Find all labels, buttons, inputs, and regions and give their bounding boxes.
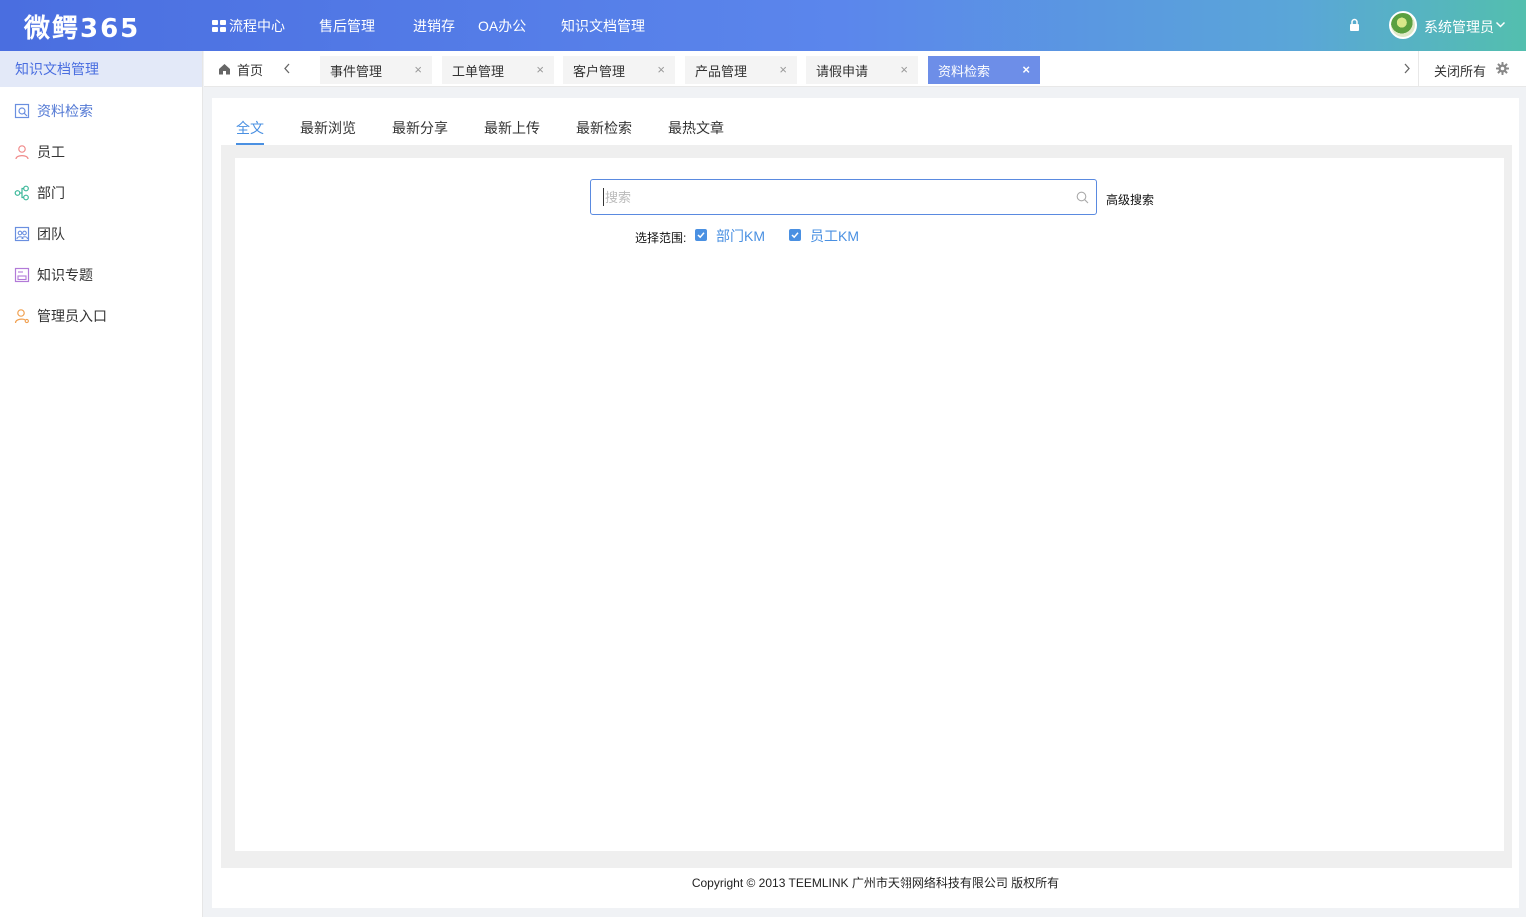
chevron-down-icon[interactable]	[1495, 19, 1506, 30]
chevron-left-icon[interactable]	[283, 63, 291, 74]
tab-leave-request[interactable]: 请假申请 ×	[806, 56, 918, 84]
footer-copyright: Copyright © 2013 TEEMLINK 广州市天翎网络科技有限公司 …	[691, 876, 1060, 890]
tab-label: 事件管理	[330, 63, 383, 79]
tab-event-management[interactable]: 事件管理 ×	[320, 56, 432, 84]
sidebar-item-label: 部门	[37, 184, 65, 201]
sidebar-item-admin-entry[interactable]: 管理员入口	[0, 295, 202, 336]
sidebar-item-departments[interactable]: 部门	[0, 172, 202, 213]
search-icon[interactable]	[1076, 191, 1089, 204]
scope-label: 选择范围:	[635, 231, 687, 245]
team-icon	[14, 226, 30, 241]
avatar[interactable]	[1389, 11, 1417, 39]
close-icon[interactable]: ×	[414, 63, 422, 77]
sub-tabs: 全文 最新浏览 最新分享 最新上传 最新检索 最热文章	[236, 118, 760, 145]
close-icon[interactable]: ×	[657, 63, 665, 77]
chevron-right-icon[interactable]	[1403, 63, 1411, 74]
sidebar-title: 知识文档管理	[0, 51, 202, 87]
sub-tab-recent-shares[interactable]: 最新分享	[392, 118, 448, 145]
top-header: 微鳄365 流程中心 售后管理 进销存 OA办公 知识文档管理 系统管理员	[0, 0, 1526, 51]
close-all-button[interactable]: 关闭所有	[1434, 61, 1486, 80]
tab-ticket-management[interactable]: 工单管理 ×	[442, 56, 554, 84]
sub-tab-recent-views[interactable]: 最新浏览	[300, 118, 356, 145]
tab-label: 首页	[237, 62, 264, 78]
gear-icon[interactable]	[1496, 62, 1509, 75]
sidebar: 知识文档管理 资料检索 员工 部门 团队 知识专题 管理员入口	[0, 51, 203, 917]
tab-product-management[interactable]: 产品管理 ×	[685, 56, 797, 84]
user-icon	[15, 144, 29, 159]
home-icon	[219, 64, 230, 75]
staff-km-checkbox[interactable]	[789, 229, 801, 241]
check-icon	[791, 232, 799, 239]
close-icon[interactable]: ×	[779, 63, 787, 77]
sub-tab-recent-uploads[interactable]: 最新上传	[484, 118, 540, 145]
nav-item-process-center[interactable]: 流程中心	[212, 0, 319, 51]
search-doc-icon	[14, 103, 30, 118]
sub-tab-recent-searches[interactable]: 最新检索	[576, 118, 632, 145]
main-panel: 全文 最新浏览 最新分享 最新上传 最新检索 最热文章 高级搜索 选择范围: 部…	[212, 98, 1519, 908]
nav-item-knowledge-docs[interactable]: 知识文档管理	[561, 0, 645, 51]
topic-icon	[14, 267, 30, 282]
sidebar-item-knowledge-topics[interactable]: 知识专题	[0, 254, 202, 295]
dept-km-label[interactable]: 部门KM	[716, 226, 765, 246]
sidebar-item-label: 管理员入口	[37, 307, 107, 324]
search-box	[590, 179, 1097, 215]
sidebar-item-doc-search[interactable]: 资料检索	[0, 90, 202, 131]
content-frame: 高级搜索 选择范围: 部门KM 员工KM	[221, 145, 1512, 868]
tab-label: 工单管理	[452, 63, 505, 79]
tabs-bar: 首页 事件管理 × 工单管理 × 客户管理 × 产品管理 × 请假申请 × 资料…	[204, 51, 1526, 87]
tab-doc-search[interactable]: 资料检索 ×	[928, 56, 1040, 84]
org-icon	[14, 185, 29, 200]
sidebar-item-teams[interactable]: 团队	[0, 213, 202, 254]
sidebar-item-label: 知识专题	[37, 266, 93, 283]
check-icon	[697, 232, 705, 239]
sidebar-item-employees[interactable]: 员工	[0, 131, 202, 172]
lock-icon[interactable]	[1349, 18, 1360, 31]
close-icon[interactable]: ×	[1022, 63, 1030, 77]
nav-label: 流程中心	[229, 17, 285, 34]
sidebar-item-label: 员工	[37, 143, 65, 160]
nav-item-oa[interactable]: OA办公	[478, 0, 561, 51]
dept-km-checkbox[interactable]	[695, 229, 707, 241]
close-icon[interactable]: ×	[536, 63, 544, 77]
search-input[interactable]	[603, 188, 1063, 206]
nav-item-after-sales[interactable]: 售后管理	[319, 0, 413, 51]
staff-km-label[interactable]: 员工KM	[810, 226, 859, 246]
sub-tab-hot-articles[interactable]: 最热文章	[668, 118, 724, 145]
tab-label: 产品管理	[695, 63, 748, 79]
tab-label: 请假申请	[816, 63, 869, 79]
user-name[interactable]: 系统管理员	[1424, 17, 1494, 37]
advanced-search-link[interactable]: 高级搜索	[1106, 191, 1154, 208]
sidebar-item-label: 团队	[37, 225, 65, 242]
close-icon[interactable]: ×	[900, 63, 908, 77]
search-area: 高级搜索 选择范围: 部门KM 员工KM	[235, 158, 1504, 851]
grid-icon	[212, 19, 226, 32]
top-nav: 流程中心 售后管理 进销存 OA办公 知识文档管理	[212, 0, 645, 51]
tab-customer-management[interactable]: 客户管理 ×	[563, 56, 675, 84]
tab-home[interactable]: 首页	[218, 51, 263, 87]
tab-label: 客户管理	[573, 63, 626, 79]
tab-label: 资料检索	[938, 63, 991, 79]
app-logo[interactable]: 微鳄365	[24, 8, 140, 45]
sidebar-item-label: 资料检索	[37, 102, 93, 119]
nav-item-inventory[interactable]: 进销存	[413, 0, 478, 51]
divider	[1418, 51, 1419, 87]
sub-tab-fulltext[interactable]: 全文	[236, 118, 264, 145]
admin-icon	[14, 308, 29, 323]
